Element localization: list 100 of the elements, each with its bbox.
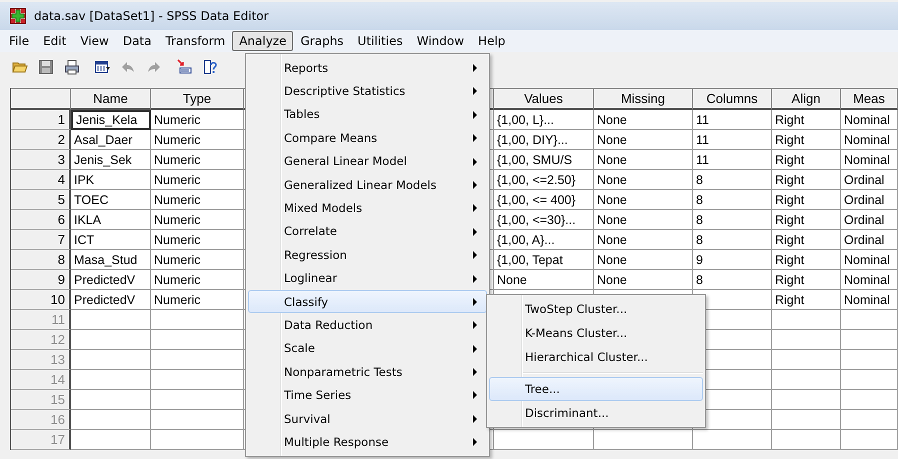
menu-item[interactable]: Multiple Response xyxy=(248,430,487,454)
row-number[interactable]: 2 xyxy=(11,130,71,150)
table-cell: Nominal xyxy=(841,270,898,290)
menu-item[interactable]: Edit xyxy=(36,31,74,51)
dialog-icon[interactable] xyxy=(94,59,110,75)
table-cell: 8 xyxy=(693,210,772,230)
variables-icon[interactable] xyxy=(202,59,218,75)
table-cell: Right xyxy=(772,110,841,130)
menu-item[interactable]: Utilities xyxy=(350,31,410,51)
column-header[interactable]: Missing xyxy=(594,88,693,110)
menu-item[interactable]: Loglinear xyxy=(248,266,487,290)
menu-item[interactable]: Data xyxy=(116,31,158,51)
menu-item[interactable]: Reports xyxy=(248,56,487,80)
print-icon[interactable] xyxy=(64,59,80,75)
table-cell: {1,00, A}... xyxy=(494,230,594,250)
table-cell: None xyxy=(594,230,693,250)
table-cell xyxy=(772,370,841,390)
menu-item[interactable]: TwoStep Cluster... xyxy=(489,297,703,321)
row-number[interactable]: 6 xyxy=(11,210,71,230)
table-cell: Numeric xyxy=(151,210,244,230)
menu-item[interactable]: Descriptive Statistics xyxy=(248,79,487,103)
table-cell[interactable]: Jenis_Kela xyxy=(71,110,151,130)
table-cell: None xyxy=(594,210,693,230)
menu-item[interactable]: Tables xyxy=(248,102,487,126)
table-cell: {1,00, DIY}... xyxy=(494,130,594,150)
menu-item[interactable]: Tree... xyxy=(489,377,703,401)
menu-item[interactable]: Time Series xyxy=(248,383,487,407)
column-header[interactable]: Columns xyxy=(693,88,772,110)
menu-item[interactable]: Correlate xyxy=(248,220,487,244)
menu-item[interactable]: Hierarchical Cluster... xyxy=(489,345,703,369)
row-number[interactable]: 7 xyxy=(11,230,71,250)
menu-item[interactable]: File xyxy=(2,31,36,51)
table-cell: 9 xyxy=(693,250,772,270)
window-title: data.sav [DataSet1] - SPSS Data Editor xyxy=(34,9,269,23)
menu-item[interactable]: K-Means Cluster... xyxy=(489,321,703,345)
table-cell xyxy=(772,310,841,330)
row-number[interactable]: 9 xyxy=(11,270,71,290)
menu-item[interactable]: Data Reduction xyxy=(248,313,487,337)
table-cell xyxy=(772,350,841,370)
table-cell: Numeric xyxy=(151,150,244,170)
row-number[interactable]: 10 xyxy=(11,290,71,310)
table-cell: Right xyxy=(772,130,841,150)
menu-item[interactable]: Window xyxy=(410,31,472,51)
table-cell: {1,00, SMU/S xyxy=(494,150,594,170)
table-cell[interactable]: Asal_Daer xyxy=(71,130,151,150)
column-header[interactable]: Values xyxy=(494,88,594,110)
menu-item[interactable]: General Linear Model xyxy=(248,150,487,173)
menu-item[interactable]: Graphs xyxy=(293,31,351,51)
column-header[interactable]: Meas xyxy=(841,88,898,110)
table-cell xyxy=(841,390,898,410)
row-number[interactable]: 5 xyxy=(11,190,71,210)
table-cell[interactable]: ICT xyxy=(71,230,151,250)
column-header[interactable]: Align xyxy=(772,88,841,110)
menu-item[interactable]: View xyxy=(73,31,116,51)
table-cell[interactable]: PredictedV xyxy=(71,270,151,290)
table-cell: None xyxy=(594,190,693,210)
table-cell xyxy=(841,350,898,370)
table-cell: Nominal xyxy=(841,150,898,170)
row-number[interactable]: 3 xyxy=(11,150,71,170)
table-cell: {1,00, Tepat xyxy=(494,250,594,270)
menu-item[interactable]: Discriminant... xyxy=(489,401,703,425)
table-cell: Right xyxy=(772,190,841,210)
row-number[interactable]: 1 xyxy=(11,110,71,130)
table-cell: {1,00, <=2.50} xyxy=(494,170,594,190)
table-cell xyxy=(841,370,898,390)
menu-item[interactable]: Nonparametric Tests xyxy=(248,360,487,384)
menu-item[interactable]: Mixed Models xyxy=(248,196,487,220)
table-cell: Right xyxy=(772,230,841,250)
table-cell: Nominal xyxy=(841,130,898,150)
menu-item[interactable]: Transform xyxy=(158,31,232,51)
table-cell[interactable]: IKLA xyxy=(71,210,151,230)
table-cell: Nominal xyxy=(841,250,898,270)
menu-item[interactable]: Analyze xyxy=(232,31,294,51)
column-header[interactable]: Name xyxy=(71,88,151,110)
table-cell[interactable]: Masa_Stud xyxy=(71,250,151,270)
menu-item[interactable]: Classify xyxy=(248,290,487,314)
table-cell: Right xyxy=(772,270,841,290)
menu-item[interactable]: Compare Means xyxy=(248,126,487,150)
menu-item[interactable]: Survival xyxy=(248,406,487,430)
menu-item[interactable]: Scale xyxy=(248,336,487,360)
app-icon xyxy=(10,8,26,24)
table-cell: Numeric xyxy=(151,170,244,190)
save-icon[interactable] xyxy=(38,59,54,75)
column-header[interactable]: Type xyxy=(151,88,244,110)
menu-item[interactable]: Help xyxy=(471,31,512,51)
table-cell xyxy=(841,310,898,330)
table-cell: {1,00, L}... xyxy=(494,110,594,130)
menu-item[interactable]: Generalized Linear Models xyxy=(248,172,487,196)
table-cell: {1,00, <=30}... xyxy=(494,210,594,230)
table-cell xyxy=(772,390,841,410)
table-cell: Numeric xyxy=(151,270,244,290)
row-number[interactable]: 4 xyxy=(11,170,71,190)
menu-item[interactable]: Regression xyxy=(248,243,487,267)
table-cell[interactable]: TOEC xyxy=(71,190,151,210)
row-number[interactable]: 8 xyxy=(11,250,71,270)
table-cell[interactable]: PredictedV xyxy=(71,290,151,310)
table-cell: {1,00, <= 400} xyxy=(494,190,594,210)
table-cell[interactable]: IPK xyxy=(71,170,151,190)
table-cell[interactable]: Jenis_Sek xyxy=(71,150,151,170)
go-to-case-icon[interactable] xyxy=(176,59,192,75)
